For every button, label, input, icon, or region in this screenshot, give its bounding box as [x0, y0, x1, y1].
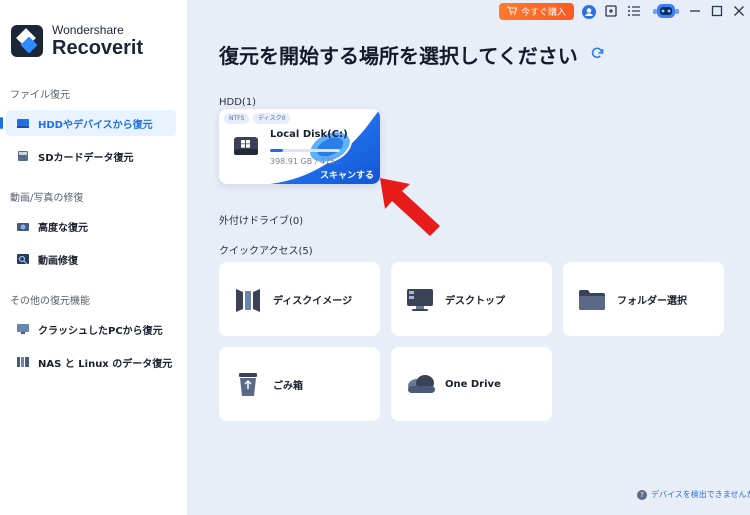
section-title-other: その他の復元機能 — [10, 296, 90, 307]
red-arrow-annotation — [380, 178, 440, 236]
sd-card-icon — [16, 150, 30, 162]
quick-item-recycle-bin[interactable]: ごみ箱 — [219, 347, 380, 421]
sidebar-item-label: HDDやデバイスから復元 — [38, 119, 153, 131]
sidebar-item-crashed-pc[interactable]: クラッシュしたPCから復元 — [6, 316, 176, 342]
app-logo: Wondershare Recoverit — [11, 24, 143, 58]
buy-now-label: 今すぐ購入 — [520, 8, 566, 18]
section-title-repair: 動画/写真の修復 — [10, 193, 84, 204]
close-icon[interactable] — [731, 4, 747, 20]
sidebar-item-sd-card[interactable]: SDカードデータ復元 — [6, 143, 176, 169]
page-title-text: 復元を開始する場所を選択してください — [219, 44, 578, 68]
cloud-icon — [405, 369, 435, 399]
help-link-text: デバイスを検出できませんか？ — [651, 490, 750, 499]
sidebar-item-label: 高度な復元 — [38, 222, 88, 234]
hdd-group-label: HDD(1) — [219, 97, 257, 108]
minimize-icon[interactable] — [687, 4, 703, 20]
account-icon[interactable] — [581, 4, 597, 20]
feedback-icon[interactable] — [603, 4, 619, 20]
device-not-found-link[interactable]: ? デバイスを検出できませんか？ — [637, 489, 750, 500]
quick-item-label: ディスクイメージ — [273, 295, 353, 307]
disk-image-icon — [233, 284, 263, 314]
buy-now-button[interactable]: 今すぐ購入 — [499, 3, 574, 20]
scan-button[interactable]: スキャンする — [320, 168, 374, 181]
maximize-icon[interactable] — [709, 4, 725, 20]
sidebar: Wondershare Recoverit ファイル復元 HDDやデバイスから復… — [0, 0, 187, 515]
brand-line1: Wondershare — [52, 23, 124, 37]
sidebar-item-nas-linux[interactable]: NAS と Linux のデータ復元 — [6, 349, 176, 375]
quick-item-folder[interactable]: フォルダー選択 — [563, 262, 724, 336]
section-title-file-recovery: ファイル復元 — [10, 90, 70, 101]
nas-icon — [16, 356, 30, 368]
quick-item-onedrive[interactable]: One Drive — [391, 347, 552, 421]
recoverit-logo-icon — [11, 25, 43, 57]
quick-item-label: フォルダー選択 — [617, 295, 687, 307]
quick-item-label: One Drive — [445, 378, 501, 390]
quick-item-disk-image[interactable]: ディスクイメージ — [219, 262, 380, 336]
quick-item-label: ごみ箱 — [273, 380, 303, 392]
quick-item-desktop[interactable]: デスクトップ — [391, 262, 552, 336]
sidebar-item-label: NAS と Linux のデータ復元 — [38, 358, 173, 370]
disk-card-local-c[interactable]: NTFS ディスク0 Local Disk(C:) 398.91 GB / 47… — [219, 109, 380, 184]
sidebar-item-label: クラッシュしたPCから復元 — [38, 325, 163, 337]
video-repair-icon — [16, 253, 30, 265]
hard-drive-icon — [16, 117, 30, 129]
question-icon: ? — [637, 489, 647, 500]
robot-assistant-icon[interactable] — [652, 1, 680, 21]
sidebar-item-hdd[interactable]: HDDやデバイスから復元 — [0, 110, 176, 136]
folder-icon — [577, 284, 607, 314]
windows-drive-icon — [233, 133, 258, 157]
menu-icon[interactable] — [626, 4, 642, 20]
cart-icon — [506, 6, 518, 18]
desktop-icon — [405, 284, 435, 314]
page-title: 復元を開始する場所を選択してください — [219, 40, 604, 69]
sidebar-item-video-repair[interactable]: 動画修復 — [6, 246, 176, 272]
disk-size: 398.91 GB / 475... — [270, 157, 343, 166]
refresh-icon[interactable] — [590, 46, 604, 64]
monitor-icon — [16, 323, 30, 335]
sidebar-item-label: SDカードデータ復元 — [38, 152, 134, 164]
external-drive-label: 外付けドライブ(0) — [219, 216, 304, 227]
sidebar-item-label: 動画修復 — [38, 255, 78, 267]
trash-icon — [233, 369, 263, 399]
quick-item-label: デスクトップ — [445, 295, 505, 307]
camera-icon — [16, 220, 30, 232]
disk-usage-bar — [270, 149, 340, 152]
brand-line2: Recoverit — [52, 37, 144, 59]
sidebar-item-advanced[interactable]: 高度な復元 — [6, 213, 176, 239]
fs-tag: NTFS — [224, 113, 250, 124]
disk-name: Local Disk(C:) — [270, 129, 348, 140]
quick-access-label: クイックアクセス(5) — [219, 246, 313, 257]
disk-tag: ディスク0 — [253, 113, 291, 124]
